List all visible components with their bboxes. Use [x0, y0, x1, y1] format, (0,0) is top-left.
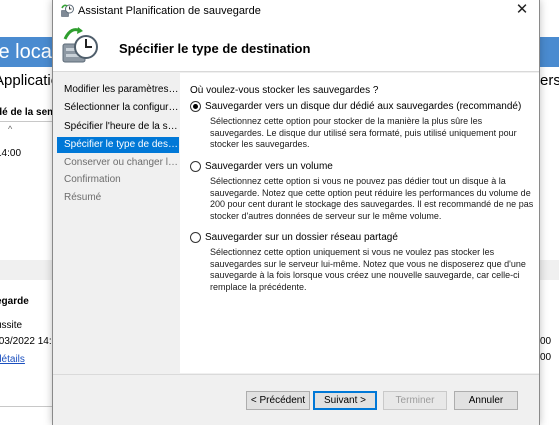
radio-dedicated-disk[interactable]: [190, 101, 201, 112]
wizard-footer: < Précédent Suivant > Terminer Annuler: [53, 374, 539, 425]
nav-step-select-configuration[interactable]: Sélectionner la configurat...: [57, 100, 179, 116]
sort-arrow-icon: ^: [8, 124, 13, 134]
background-section-band: [0, 260, 52, 280]
option-network-share-label[interactable]: Sauvegarder sur un dossier réseau partag…: [205, 231, 398, 244]
nav-step-modify-settings[interactable]: Modifier les paramètres d...: [57, 82, 179, 98]
backup-schedule-icon: [62, 27, 98, 63]
nav-step-backup-time[interactable]: Spécifier l'heure de la sau...: [57, 119, 179, 135]
close-button[interactable]: ✕: [505, 0, 539, 22]
previous-button[interactable]: < Précédent: [246, 391, 310, 410]
backup-schedule-wizard: Assistant Planification de sauvegarde ✕ …: [52, 0, 540, 425]
destination-question: Où voulez-vous stocker les sauvegardes ?: [190, 85, 379, 96]
nav-step-keep-or-change: Conserver ou changer les...: [64, 157, 179, 168]
option-dedicated-disk-description: Sélectionnez cette option pour stocker d…: [210, 116, 517, 149]
background-time-cell: 14:00: [0, 148, 22, 159]
background-section-band-right: [540, 260, 559, 280]
option-dedicated-disk-label[interactable]: Sauvegarder vers un disque dur dédié aux…: [205, 100, 521, 113]
backup-wizard-icon: [61, 4, 74, 17]
close-icon: ✕: [515, 1, 529, 18]
background-title-bar: le locale: [0, 37, 52, 67]
background-right-value: 00: [540, 352, 552, 363]
radio-network-share[interactable]: [190, 232, 201, 243]
option-volume-description: Sélectionnez cette option si vous ne pou…: [210, 176, 534, 221]
destination-options-panel: Où voulez-vous stocker les sauvegardes ?…: [180, 73, 539, 373]
cancel-button[interactable]: Annuler: [454, 391, 518, 410]
background-column-header[interactable]: dé de la semaine: [0, 104, 52, 122]
page-title: Spécifier le type de destination: [119, 41, 311, 56]
background-status-text: ussite: [0, 320, 23, 331]
background-title-bar-right: [540, 37, 559, 67]
finish-button: Terminer: [383, 391, 447, 410]
option-network-share-description: Sélectionnez cette option uniquement si …: [210, 247, 526, 292]
title-bar[interactable]: Assistant Planification de sauvegarde ✕: [53, 0, 539, 22]
background-heading-right: ers.: [540, 72, 559, 89]
background-section-title: egarde: [0, 296, 29, 307]
radio-volume[interactable]: [190, 161, 201, 172]
background-divider: [0, 406, 52, 407]
nav-step-destination-type[interactable]: Spécifier le type de destin...: [57, 137, 179, 153]
background-right-value: 00: [540, 336, 552, 347]
nav-step-summary: Résumé: [64, 192, 102, 203]
wizard-header: Spécifier le type de destination: [53, 22, 539, 72]
wizard-steps-nav: Modifier les paramètres d... Sélectionne…: [53, 73, 179, 373]
nav-step-confirmation: Confirmation: [64, 174, 121, 185]
option-volume-label[interactable]: Sauvegarder vers un volume: [205, 160, 333, 173]
background-date-text: /03/2022 14:00: [0, 336, 52, 347]
window-title: Assistant Planification de sauvegarde: [78, 5, 261, 17]
background-heading: Application: [0, 72, 52, 89]
background-details-link[interactable]: détails: [0, 354, 52, 365]
next-button[interactable]: Suivant >: [313, 391, 377, 410]
